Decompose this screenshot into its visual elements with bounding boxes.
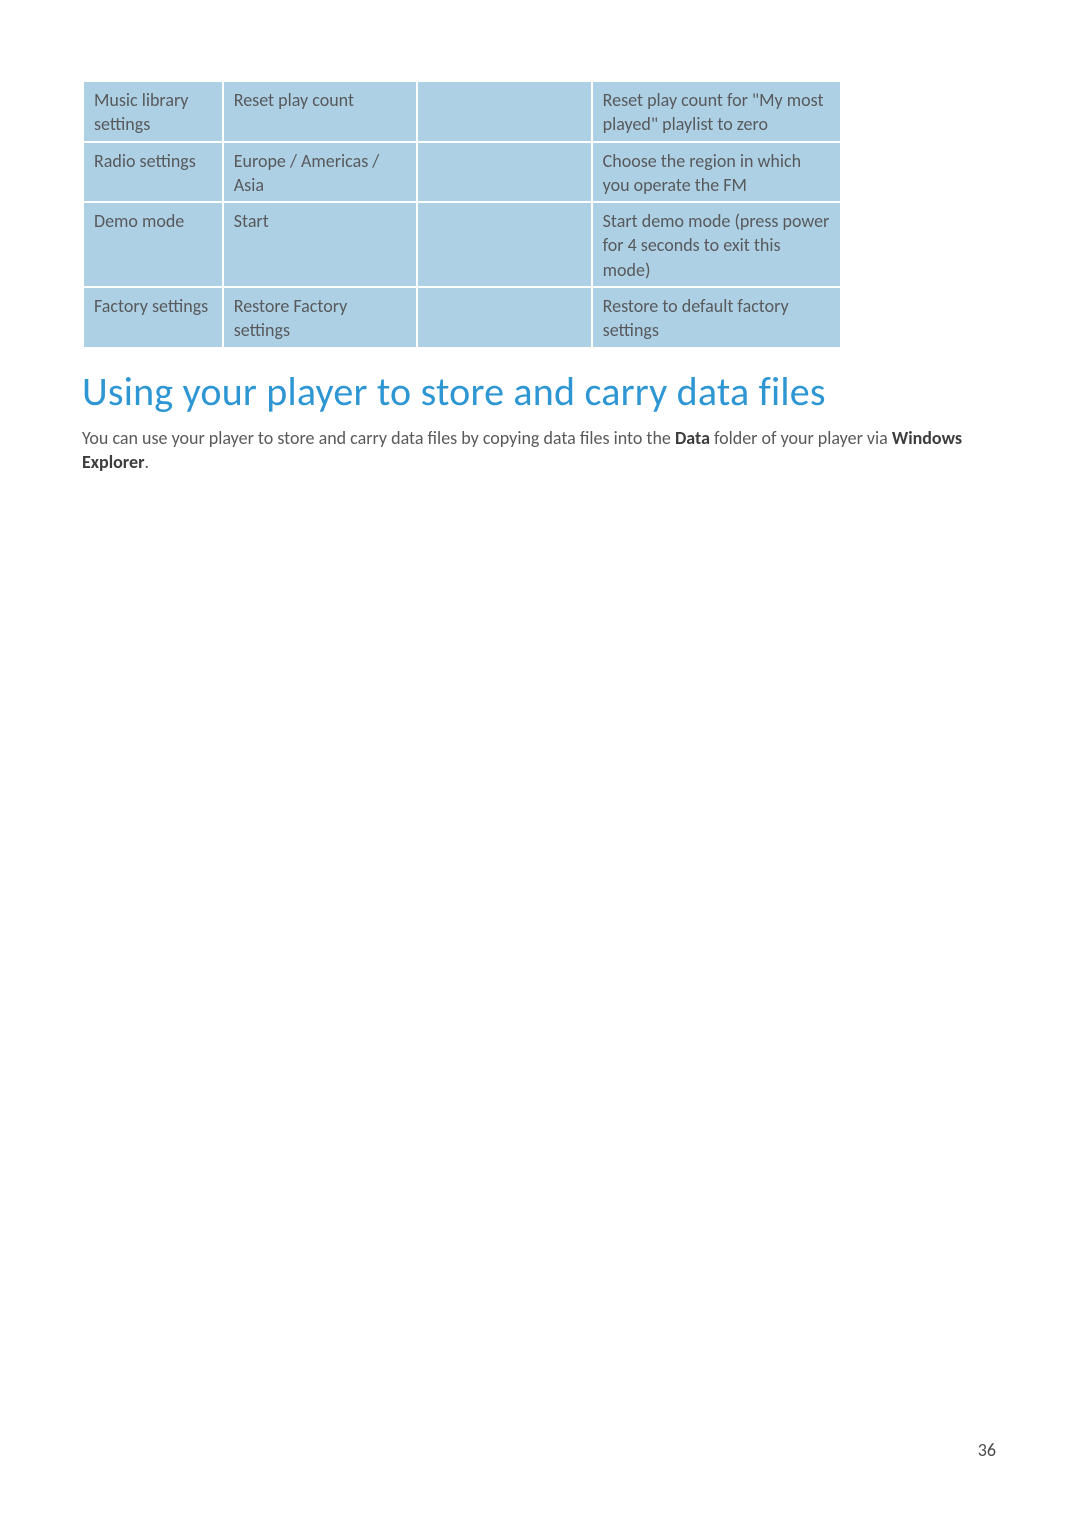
cell-option: Start	[223, 202, 418, 287]
cell-option: Europe / Americas / Asia	[223, 142, 418, 203]
table-row: Factory settings Restore Factory setting…	[83, 287, 841, 348]
page-number: 36	[978, 1439, 996, 1461]
cell-description: Choose the region in which you operate t…	[592, 142, 841, 203]
cell-description: Reset play count for "My most played" pl…	[592, 81, 841, 142]
para-pre: You can use your player to store and car…	[82, 427, 675, 449]
cell-description: Restore to default factory settings	[592, 287, 841, 348]
body-paragraph: You can use your player to store and car…	[82, 426, 998, 475]
cell-setting: Factory settings	[83, 287, 223, 348]
cell-option: Reset play count	[223, 81, 418, 142]
cell-setting: Radio settings	[83, 142, 223, 203]
para-mid: folder of your player via	[710, 427, 892, 449]
para-post: .	[144, 451, 149, 473]
para-bold-data: Data	[675, 427, 710, 449]
cell-empty	[417, 142, 591, 203]
cell-option: Restore Factory settings	[223, 287, 418, 348]
table-row: Music library settings Reset play count …	[83, 81, 841, 142]
cell-setting: Music library settings	[83, 81, 223, 142]
table-row: Demo mode Start Start demo mode (press p…	[83, 202, 841, 287]
cell-description: Start demo mode (press power for 4 secon…	[592, 202, 841, 287]
settings-table: Music library settings Reset play count …	[82, 80, 842, 349]
cell-empty	[417, 287, 591, 348]
cell-empty	[417, 202, 591, 287]
table-row: Radio settings Europe / Americas / Asia …	[83, 142, 841, 203]
cell-empty	[417, 81, 591, 142]
section-heading: Using your player to store and carry dat…	[82, 367, 998, 416]
cell-setting: Demo mode	[83, 202, 223, 287]
